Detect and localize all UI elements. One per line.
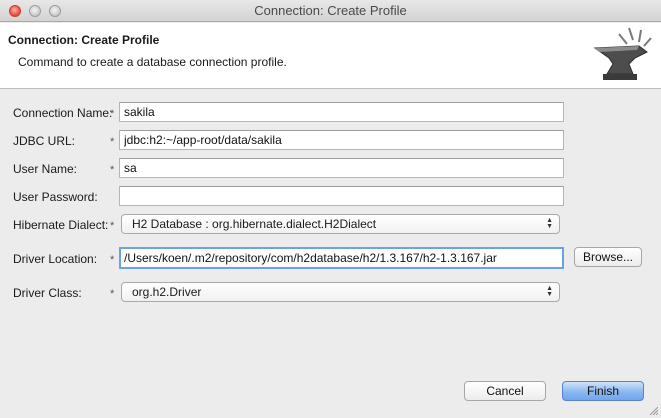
driver-class-select[interactable]: org.h2.Driver ▲ ▼	[121, 282, 560, 302]
user-password-row: User Password:	[0, 186, 661, 208]
driver-class-label: Driver Class:	[13, 286, 82, 300]
user-name-label: User Name:	[13, 162, 78, 176]
close-window-button[interactable]	[9, 5, 21, 17]
hibernate-dialect-select[interactable]: H2 Database : org.hibernate.dialect.H2Di…	[121, 214, 560, 234]
browse-button[interactable]: Browse...	[574, 247, 642, 267]
jdbc-url-field[interactable]	[119, 130, 564, 150]
user-password-label: User Password:	[13, 190, 98, 204]
hibernate-dialect-label: Hibernate Dialect:	[13, 218, 109, 232]
jdbc-url-row: JDBC URL: *	[0, 130, 661, 152]
required-marker: *	[110, 136, 115, 148]
window-title: Connection: Create Profile	[254, 3, 407, 18]
required-marker: *	[110, 220, 115, 232]
hibernate-dialect-value: H2 Database : org.hibernate.dialect.H2Di…	[132, 217, 377, 231]
driver-class-row: Driver Class: * org.h2.Driver ▲ ▼	[0, 282, 661, 304]
required-marker: *	[110, 288, 115, 300]
form-area: Connection Name: * JDBC URL: * User Name…	[0, 90, 661, 320]
user-name-field[interactable]	[119, 158, 564, 178]
user-password-field[interactable]	[119, 186, 564, 206]
driver-location-row: Driver Location: * Browse...	[0, 247, 661, 270]
resize-grip-icon[interactable]	[648, 405, 658, 415]
required-marker: *	[110, 164, 115, 176]
user-name-row: User Name: *	[0, 158, 661, 180]
driver-location-field[interactable]	[119, 247, 564, 269]
anvil-logo-icon	[593, 27, 652, 80]
dialog-banner: Connection: Create Profile Command to cr…	[0, 23, 661, 89]
connection-name-field[interactable]	[119, 102, 564, 122]
dialog-heading: Connection: Create Profile	[8, 33, 160, 47]
required-marker: *	[110, 108, 115, 120]
title-bar: Connection: Create Profile	[0, 0, 661, 22]
driver-location-label: Driver Location:	[13, 252, 98, 266]
zoom-window-button[interactable]	[49, 5, 61, 17]
dialog-description: Command to create a database connection …	[18, 55, 287, 69]
minimize-window-button[interactable]	[29, 5, 41, 17]
updown-arrows-icon: ▲ ▼	[546, 285, 553, 298]
jdbc-url-label: JDBC URL:	[13, 134, 76, 148]
connection-name-label: Connection Name:	[13, 106, 113, 120]
required-marker: *	[110, 254, 115, 266]
finish-button[interactable]: Finish	[562, 381, 644, 401]
driver-class-value: org.h2.Driver	[132, 285, 202, 299]
cancel-button[interactable]: Cancel	[464, 381, 546, 401]
updown-arrows-icon: ▲ ▼	[546, 217, 553, 230]
connection-name-row: Connection Name: *	[0, 102, 661, 124]
hibernate-dialect-row: Hibernate Dialect: * H2 Database : org.h…	[0, 214, 661, 236]
